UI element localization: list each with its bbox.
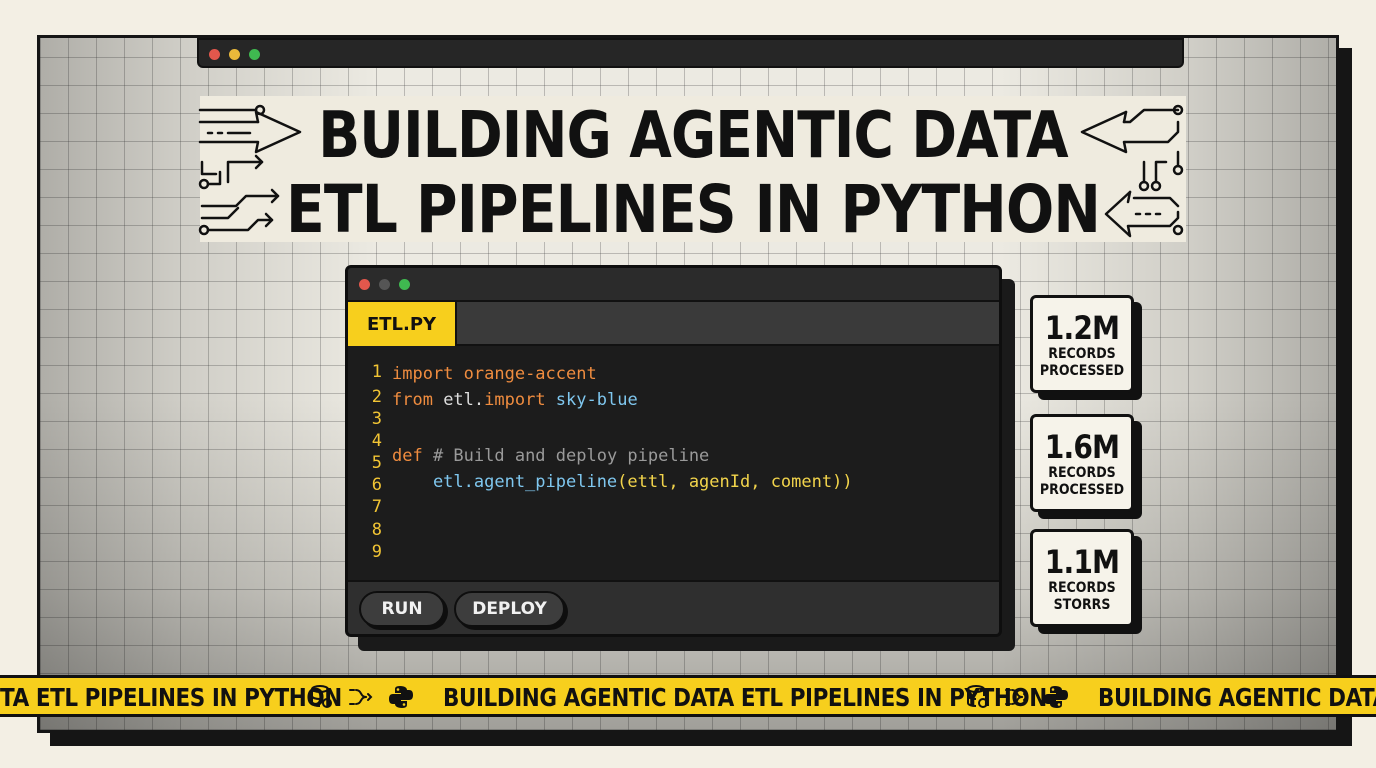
python-icon bbox=[389, 686, 413, 708]
line-number: 9 bbox=[371, 542, 382, 562]
stat-value: 1.1M bbox=[1044, 543, 1120, 581]
code-editor: ETL.PY 1 2 3 4 5 6 7 8 9 import orange-a… bbox=[345, 265, 1002, 637]
code-line-2: from etl.import sky-blue bbox=[392, 390, 638, 410]
pipeline-icon bbox=[1005, 689, 1029, 705]
stat-value: 1.6M bbox=[1044, 428, 1120, 466]
line-number: 3 bbox=[371, 409, 382, 429]
circuit-arrows-right-icon bbox=[1080, 104, 1184, 238]
editor-maximize-dot[interactable] bbox=[399, 279, 410, 290]
stat-label: STORRS bbox=[1053, 597, 1111, 613]
code-keyword: def bbox=[392, 446, 423, 466]
stat-card: 1.6M RECORDS PROCESSED bbox=[1030, 414, 1134, 512]
editor-titlebar bbox=[348, 268, 999, 300]
line-number: 8 bbox=[371, 520, 382, 540]
minimize-dot[interactable] bbox=[229, 49, 240, 60]
window-titlebar bbox=[197, 38, 1184, 68]
stat-label: RECORDS bbox=[1048, 465, 1116, 481]
tab-etl-py[interactable]: ETL.PY bbox=[348, 302, 457, 346]
code-text: etl.agent_pipeline bbox=[392, 472, 618, 492]
stat-label: RECORDS bbox=[1048, 580, 1116, 596]
code-keyword: import bbox=[392, 364, 454, 384]
stat-label: PROCESSED bbox=[1039, 482, 1125, 498]
editor-close-dot[interactable] bbox=[359, 279, 370, 290]
line-number: 4 bbox=[371, 431, 382, 451]
line-number: 6 bbox=[371, 475, 382, 495]
ticker-text: BUILDING AGENTIC DATA ETL PIPELINES IN P… bbox=[443, 683, 1047, 712]
database-icon bbox=[311, 685, 332, 708]
code-comment: # Build and deploy pipeline bbox=[422, 446, 710, 466]
stat-label: PROCESSED bbox=[1039, 363, 1125, 379]
code-keyword: import bbox=[484, 390, 546, 410]
stat-value: 1.2M bbox=[1044, 309, 1120, 347]
code-line-1: import orange-accent bbox=[392, 364, 597, 384]
title-line-1: BUILDING AGENTIC DATA bbox=[318, 99, 1068, 173]
circuit-arrows-left-icon bbox=[198, 104, 302, 236]
ticker-banner: TA ETL PIPELINES IN PYTHON BUILDING AGEN… bbox=[0, 675, 1376, 717]
code-line-5: def # Build and deploy pipeline bbox=[392, 446, 709, 466]
code-keyword: from bbox=[392, 390, 433, 410]
ticker-text: TA ETL PIPELINES IN PYTHON bbox=[0, 683, 342, 712]
code-text: sky-blue bbox=[545, 390, 638, 410]
line-number: 1 bbox=[371, 362, 382, 382]
line-number: 5 bbox=[371, 453, 382, 473]
run-button[interactable]: RUN bbox=[359, 591, 445, 627]
code-text: orange-accent bbox=[453, 364, 597, 384]
stat-card: 1.2M RECORDS PROCESSED bbox=[1030, 295, 1134, 393]
stat-card: 1.1M RECORDS STORRS bbox=[1030, 529, 1134, 627]
code-text: (ettl, agenId, coment)) bbox=[617, 472, 853, 492]
maximize-dot[interactable] bbox=[249, 49, 260, 60]
title-line-2: ETL PIPELINES IN PYTHON bbox=[285, 171, 1101, 248]
ticker-text: BUILDING AGENTIC DATA ETL bbox=[1098, 683, 1376, 712]
python-icon bbox=[1044, 686, 1068, 708]
code-line-6: etl.agent_pipeline(ettl, agenId, coment)… bbox=[392, 472, 853, 492]
editor-footer: RUN DEPLOY bbox=[348, 580, 999, 634]
stat-label: RECORDS bbox=[1048, 346, 1116, 362]
pipeline-icon bbox=[349, 689, 373, 705]
close-dot[interactable] bbox=[209, 49, 220, 60]
editor-tabbar: ETL.PY bbox=[348, 300, 999, 346]
line-number: 7 bbox=[371, 497, 382, 517]
editor-minimize-dot[interactable] bbox=[379, 279, 390, 290]
database-icon bbox=[967, 685, 988, 708]
line-number: 2 bbox=[371, 387, 382, 407]
deploy-button[interactable]: DEPLOY bbox=[454, 591, 565, 627]
code-text: etl. bbox=[432, 390, 485, 410]
hero-title: BUILDING AGENTIC DATA ETL PIPELINES IN P… bbox=[200, 96, 1186, 246]
code-area[interactable]: 1 2 3 4 5 6 7 8 9 import orange-accent f… bbox=[348, 360, 999, 580]
